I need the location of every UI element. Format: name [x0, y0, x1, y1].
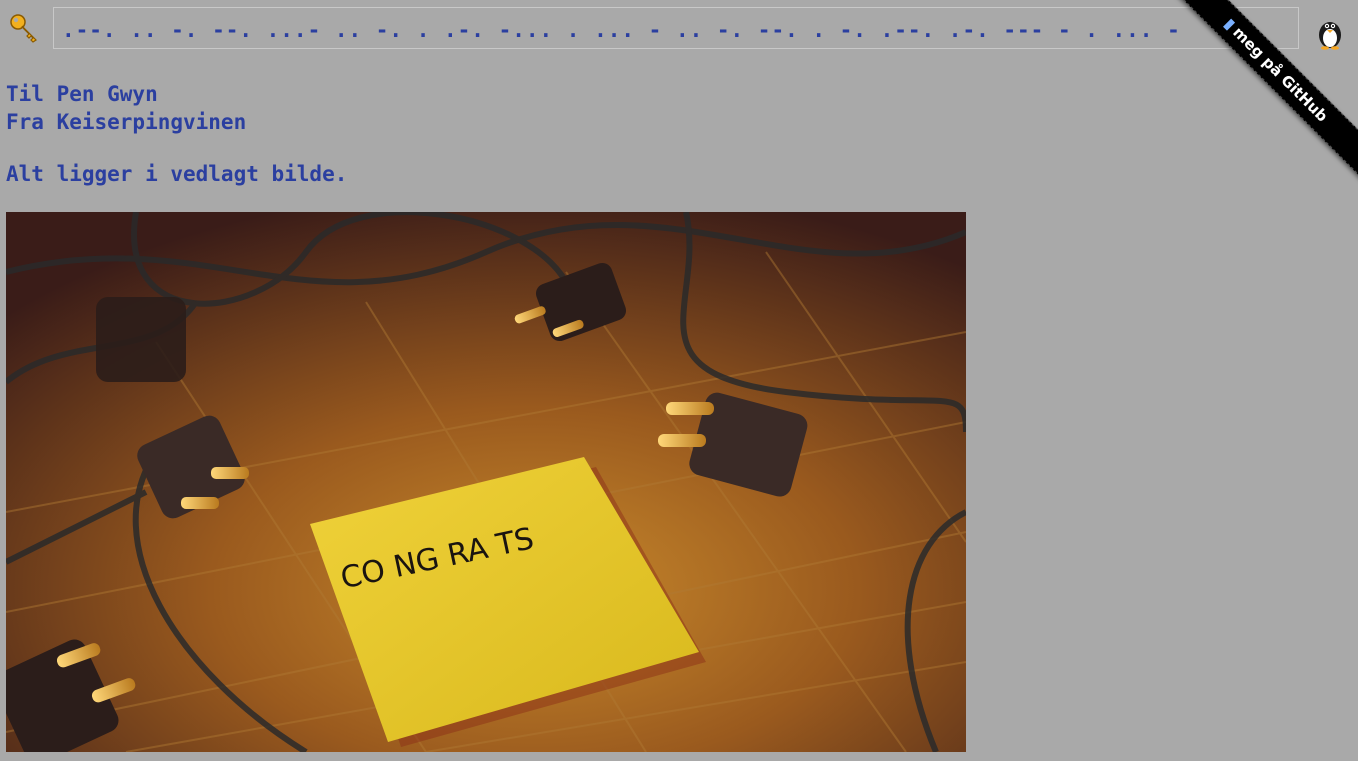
key-icon[interactable] [8, 12, 40, 44]
attached-image: CO NG RA TS [6, 212, 966, 752]
letter-from: Fra Keiserpingvinen [6, 110, 247, 134]
plug-top-left [96, 297, 186, 382]
attached-image-drawing: CO NG RA TS [6, 212, 966, 752]
top-bar: .--. .. -. --. ...- .. -. . .-. -... . .… [0, 0, 1358, 60]
letter-body: Alt ligger i vedlagt bilde. [6, 162, 348, 186]
morse-input[interactable]: .--. .. -. --. ...- .. -. . .-. -... . .… [53, 7, 1299, 49]
penguin-icon[interactable] [1314, 16, 1346, 50]
letter-to: Til Pen Gwyn [6, 82, 158, 106]
letter: Til Pen Gwyn Fra Keiserpingvinen Alt lig… [6, 80, 347, 188]
